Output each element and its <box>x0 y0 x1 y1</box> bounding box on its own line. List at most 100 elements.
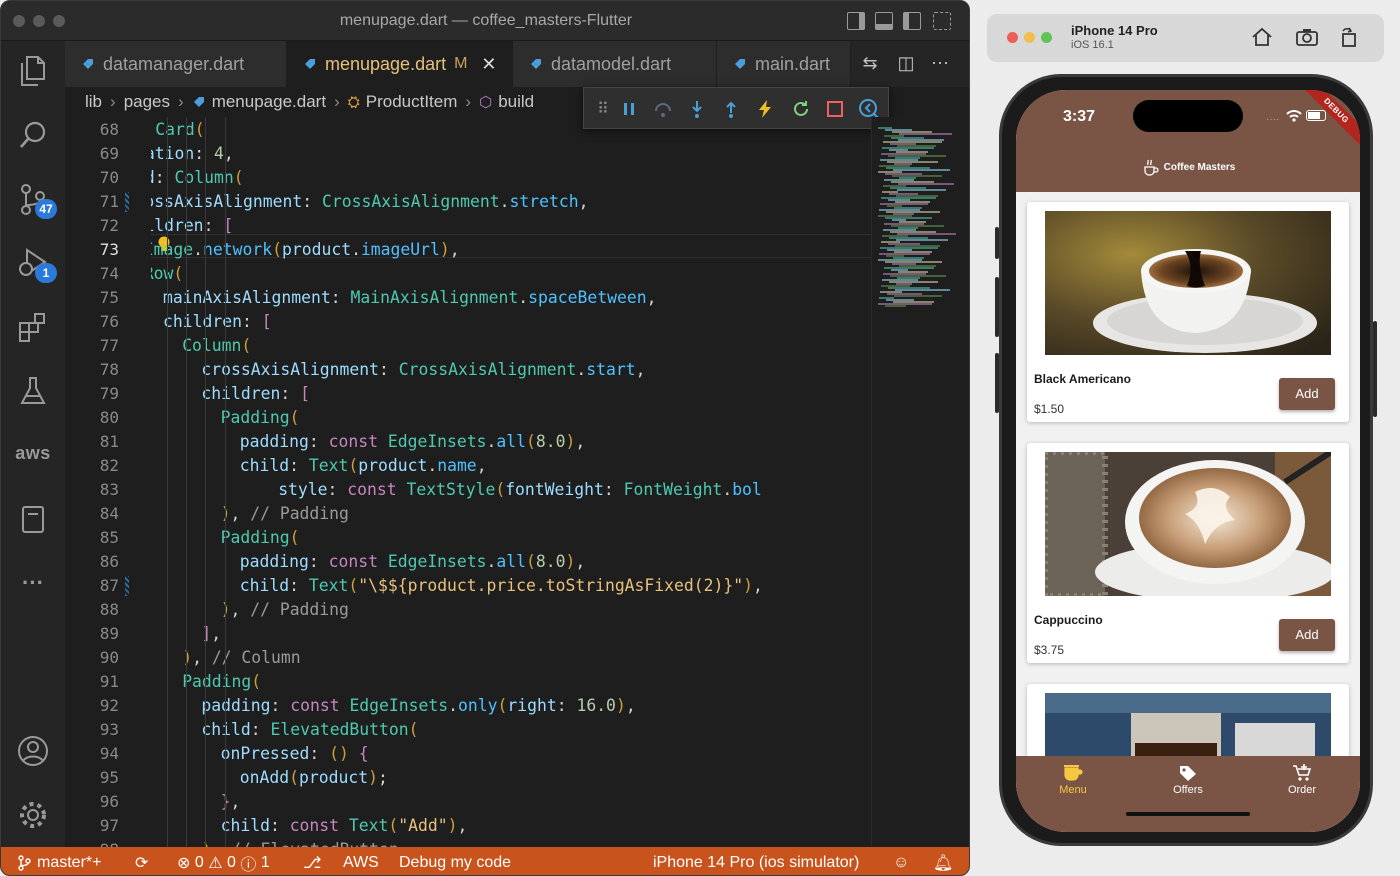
line-number[interactable]: 81 <box>65 430 119 454</box>
notifications-icon[interactable]: 🔔︎ <box>933 853 953 873</box>
line-number[interactable]: 96 <box>65 790 119 814</box>
nav-menu[interactable]: Menu <box>1033 764 1113 796</box>
code-line: mainAxisAlignment: MainAxisAlignment.spa… <box>163 288 657 307</box>
screenshot-icon[interactable] <box>1295 27 1319 47</box>
add-button[interactable]: Add <box>1279 619 1335 651</box>
more-actions-icon[interactable]: ⋯ <box>929 53 951 75</box>
line-number[interactable]: 88 <box>65 598 119 622</box>
signal-icon: ···· <box>1266 114 1280 125</box>
line-number[interactable]: 98 <box>65 838 119 847</box>
line-number[interactable]: 80 <box>65 406 119 430</box>
git-modified-marker[interactable] <box>125 576 129 596</box>
breadcrumb-item[interactable]: lib <box>85 92 102 112</box>
source-control-icon[interactable]: 47 <box>15 181 57 219</box>
line-number[interactable]: 70 <box>65 166 119 190</box>
home-icon[interactable] <box>1251 27 1273 47</box>
line-number[interactable]: 82 <box>65 454 119 478</box>
debug-config[interactable]: Debug my code <box>399 853 511 873</box>
compare-changes-icon[interactable]: ⇆ <box>859 53 881 75</box>
sim-zoom-button[interactable] <box>1041 32 1052 43</box>
line-number[interactable]: 68 <box>65 118 119 142</box>
line-number[interactable]: 77 <box>65 334 119 358</box>
add-button[interactable]: Add <box>1279 378 1335 410</box>
step-over-icon[interactable] <box>652 98 674 120</box>
problems-indicator[interactable]: ⊗ 0 ⚠ 0 ⓘ 1 <box>177 853 270 874</box>
customize-layout-icon[interactable] <box>933 12 951 30</box>
minimap[interactable] <box>871 117 969 847</box>
line-number[interactable]: 85 <box>65 526 119 550</box>
nav-order[interactable]: Order <box>1262 764 1342 796</box>
line-number[interactable]: 78 <box>65 358 119 382</box>
breadcrumb-item[interactable]: ProductItem <box>366 92 458 112</box>
product-image <box>1045 452 1331 596</box>
toggle-secondary-sidebar-icon[interactable] <box>903 12 921 30</box>
toggle-panel-icon[interactable] <box>875 12 893 30</box>
run-debug-icon[interactable]: 1 <box>15 245 57 283</box>
split-editor-icon[interactable]: ◫ <box>895 53 917 75</box>
tab-datamanager[interactable]: datamanager.dart <box>65 41 287 87</box>
line-number[interactable]: 97 <box>65 814 119 838</box>
nav-offers[interactable]: Offers <box>1148 764 1228 796</box>
notebook-icon[interactable] <box>15 501 51 537</box>
hot-reload-icon[interactable] <box>754 98 776 120</box>
gear-icon[interactable] <box>15 797 51 833</box>
tab-menupage[interactable]: menupage.dart M ✕ <box>287 41 513 87</box>
step-out-icon[interactable] <box>720 98 742 120</box>
line-number[interactable]: 74 <box>65 262 119 286</box>
line-number[interactable]: 93 <box>65 718 119 742</box>
pause-icon[interactable] <box>618 98 640 120</box>
debug-status-icon[interactable]: ⎇ <box>303 853 321 873</box>
warning-icon: ⚠ <box>208 855 223 872</box>
sim-close-button[interactable] <box>1007 32 1018 43</box>
testing-icon[interactable] <box>15 373 51 409</box>
device-selector[interactable]: iPhone 14 Pro (ios simulator) <box>653 853 859 873</box>
line-number[interactable]: 91 <box>65 670 119 694</box>
dynamic-island <box>1133 100 1243 132</box>
line-number[interactable]: 90 <box>65 646 119 670</box>
breadcrumb-item[interactable]: build <box>498 92 534 112</box>
line-number[interactable]: 75 <box>65 286 119 310</box>
step-into-icon[interactable] <box>686 98 708 120</box>
line-number[interactable]: 89 <box>65 622 119 646</box>
line-number[interactable]: 94 <box>65 742 119 766</box>
line-number[interactable]: 76 <box>65 310 119 334</box>
line-number[interactable]: 95 <box>65 766 119 790</box>
tab-datamodel[interactable]: datamodel.dart <box>513 41 717 87</box>
toggle-sidebar-icon[interactable] <box>847 12 865 30</box>
git-modified-marker[interactable] <box>125 192 129 212</box>
breadcrumb-item[interactable]: pages <box>124 92 170 112</box>
drag-handle-icon[interactable]: ⠿ <box>592 98 614 120</box>
account-icon[interactable] <box>15 733 51 769</box>
feedback-icon[interactable]: ☺ <box>893 853 909 873</box>
sync-icon[interactable]: ⟳ <box>135 853 148 873</box>
sim-minimize-button[interactable] <box>1024 32 1035 43</box>
aws-icon[interactable]: aws <box>15 435 51 471</box>
tab-main[interactable]: main.dart <box>717 41 851 87</box>
search-icon[interactable] <box>15 117 51 153</box>
line-number[interactable]: 87 <box>65 574 119 598</box>
line-number[interactable]: 71 <box>65 190 119 214</box>
status-bar: master*+ ⟳ ⊗ 0 ⚠ 0 ⓘ 1 ⎇ AWS Debug my co… <box>1 847 969 875</box>
line-number[interactable]: 73 <box>65 238 119 262</box>
more-icon[interactable]: ··· <box>15 565 51 601</box>
explorer-icon[interactable] <box>15 53 51 89</box>
extensions-icon[interactable] <box>15 309 51 345</box>
rotate-icon[interactable] <box>1339 26 1359 48</box>
line-number[interactable]: 69 <box>65 142 119 166</box>
code-line: child: Card( <box>155 120 205 139</box>
debug-badge: 1 <box>35 263 57 283</box>
minimap-line <box>897 189 946 191</box>
line-number[interactable]: 79 <box>65 382 119 406</box>
line-number[interactable]: 86 <box>65 550 119 574</box>
code-editor[interactable]: child: Card(elevation: 4, child: Column(c… <box>151 117 871 847</box>
line-number[interactable]: 72 <box>65 214 119 238</box>
breadcrumb-item[interactable]: menupage.dart <box>212 92 326 112</box>
aws-status[interactable]: AWS <box>343 853 379 873</box>
restart-icon[interactable] <box>790 98 812 120</box>
git-branch[interactable]: master*+ <box>17 853 101 873</box>
close-tab-icon[interactable]: ✕ <box>481 54 496 75</box>
stop-icon[interactable] <box>824 98 846 120</box>
line-number[interactable]: 83 <box>65 478 119 502</box>
line-number[interactable]: 84 <box>65 502 119 526</box>
line-number[interactable]: 92 <box>65 694 119 718</box>
